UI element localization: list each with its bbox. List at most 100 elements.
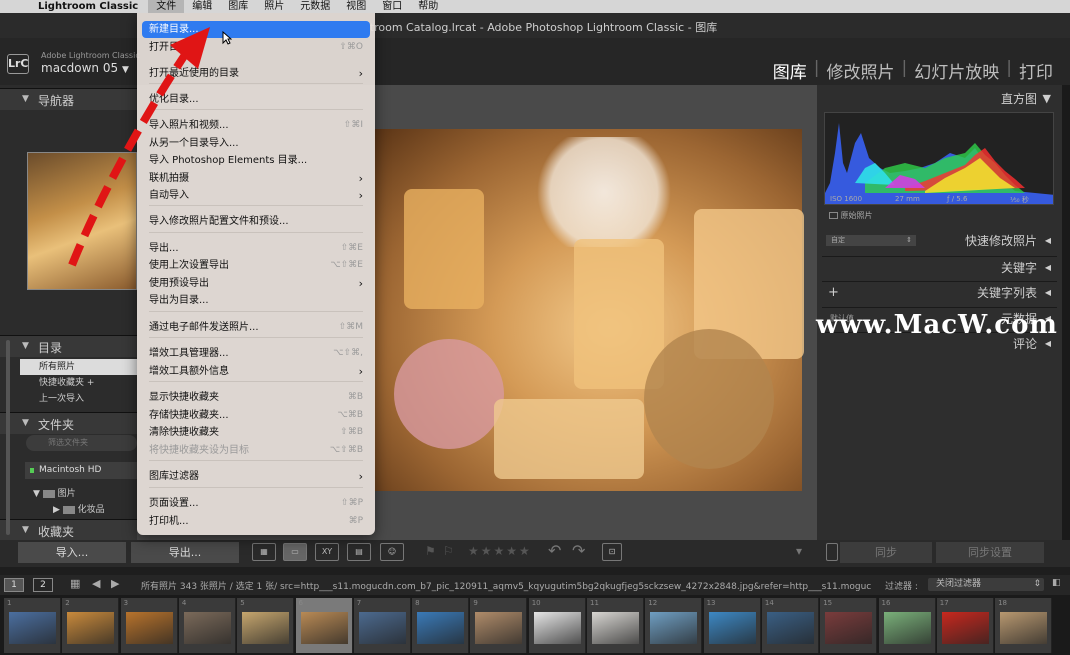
- survey-view-icon[interactable]: ▤: [347, 543, 371, 561]
- file-menu-item[interactable]: 使用上次设置导出 ⌥⇧⌘E: [142, 257, 370, 274]
- filmstrip-thumbnail[interactable]: 4: [178, 598, 236, 653]
- sync-toggle-icon[interactable]: [826, 543, 838, 561]
- filmstrip-thumbnail[interactable]: 16: [878, 598, 936, 653]
- flag-reject-icon[interactable]: ⚐: [443, 544, 454, 558]
- file-menu-item[interactable]: 导入修改照片配置文件和预设...: [142, 213, 370, 230]
- catalog-previous-import[interactable]: 上一次导入: [20, 391, 137, 407]
- module-print[interactable]: 打印: [1012, 58, 1060, 83]
- window-1-button[interactable]: 1: [4, 578, 24, 592]
- file-menu-item[interactable]: 显示快捷收藏夹 ⌘B: [142, 389, 370, 406]
- file-menu-item[interactable]: 增效工具管理器... ⌥⇧⌘,: [142, 345, 370, 362]
- menu-help[interactable]: 帮助: [410, 0, 446, 13]
- navigator-thumbnail[interactable]: [27, 152, 137, 290]
- filmstrip-thumbnail[interactable]: 3: [120, 598, 178, 653]
- flag-pick-icon[interactable]: ⚑: [425, 544, 436, 558]
- filmstrip-thumbnail[interactable]: 8: [412, 598, 470, 653]
- menu-view[interactable]: 视图: [338, 0, 374, 13]
- module-library[interactable]: 图库: [766, 58, 814, 83]
- filmstrip-thumbnail[interactable]: 15: [820, 598, 878, 653]
- back-arrow-icon[interactable]: ◀: [92, 577, 100, 590]
- file-menu-item[interactable]: 导出... ⇧⌘E: [142, 240, 370, 257]
- user-name[interactable]: macdown 05 ▼: [41, 61, 129, 75]
- file-menu-item[interactable]: 存储快捷收藏夹... ⌥⌘B: [142, 407, 370, 424]
- file-menu-item[interactable]: 打开目录... ⇧⌘O: [142, 39, 370, 56]
- menu-edit[interactable]: 编辑: [184, 0, 220, 13]
- folder-pictures[interactable]: ▼ 图片: [33, 486, 76, 499]
- rotate-right-icon[interactable]: ↷: [572, 541, 585, 560]
- file-menu-item[interactable]: 联机拍摄 ›: [142, 170, 370, 187]
- file-menu-item[interactable]: 打开最近使用的目录 ›: [142, 65, 370, 82]
- filmstrip-thumbnail[interactable]: 14: [761, 598, 819, 653]
- file-menu-item[interactable]: 从另一个目录导入...: [142, 135, 370, 152]
- filmstrip-thumbnail[interactable]: 6: [295, 598, 353, 653]
- menu-file[interactable]: 文件: [148, 0, 185, 13]
- volume-macintosh-hd[interactable]: Macintosh HD: [25, 462, 137, 479]
- file-menu-item[interactable]: 导入 Photoshop Elements 目录...: [142, 152, 370, 169]
- rating-stars[interactable]: ★★★★★: [468, 544, 532, 558]
- collections-header[interactable]: ▼ 收藏夹: [0, 519, 137, 540]
- export-button[interactable]: 导出...: [131, 542, 239, 563]
- navigator-header[interactable]: ▼ 导航器: [0, 88, 137, 110]
- file-menu-item[interactable]: 导出为目录...: [142, 292, 370, 309]
- filmstrip-thumbnail[interactable]: 2: [62, 598, 120, 653]
- catalog-quick-collection[interactable]: 快捷收藏夹 +: [20, 375, 137, 391]
- catalog-header[interactable]: ▼ 目录: [0, 335, 137, 357]
- window-2-button[interactable]: 2: [33, 578, 53, 592]
- file-menu-item[interactable]: 页面设置... ⇧⌘P: [142, 495, 370, 512]
- forward-arrow-icon[interactable]: ▶: [111, 577, 119, 590]
- keyword-list-header[interactable]: + 关键字列表 ◀: [822, 281, 1057, 303]
- module-slideshow[interactable]: 幻灯片放映: [907, 58, 1006, 83]
- folder-search-input[interactable]: 筛选文件夹: [26, 435, 137, 451]
- menu-photo[interactable]: 照片: [256, 0, 292, 13]
- folders-header[interactable]: ▼ 文件夹: [0, 412, 137, 434]
- filmstrip-thumbnail[interactable]: 9: [470, 598, 528, 653]
- file-menu-item[interactable]: 导入照片和视频... ⇧⌘I: [142, 117, 370, 134]
- keywording-header[interactable]: 关键字 ◀: [822, 256, 1057, 278]
- catalog-all-photos[interactable]: 所有照片: [20, 359, 137, 375]
- compare-view-icon[interactable]: XY: [315, 543, 339, 561]
- file-menu-item[interactable]: 图库过滤器 ›: [142, 468, 370, 485]
- filmstrip-thumbnail[interactable]: 11: [587, 598, 644, 653]
- filmstrip-thumbnail[interactable]: 1: [4, 598, 61, 653]
- add-keyword-icon[interactable]: +: [828, 282, 839, 304]
- original-photo-toggle[interactable]: 原始照片: [829, 210, 873, 221]
- filmstrip-thumbnail[interactable]: 10: [528, 598, 586, 653]
- file-menu-item[interactable]: 通过电子邮件发送照片... ⇧⌘M: [142, 319, 370, 336]
- grid-view-icon[interactable]: ▦: [252, 543, 276, 561]
- quick-develop-header[interactable]: 快速修改照片 ◀: [822, 230, 1057, 252]
- menu-library[interactable]: 图库: [220, 0, 256, 13]
- filmstrip-thumbnail[interactable]: 13: [703, 598, 761, 653]
- file-menu-item[interactable]: 新建目录...: [142, 21, 370, 38]
- user-dropdown-icon[interactable]: ▼: [122, 65, 129, 75]
- main-photo[interactable]: [374, 129, 804, 491]
- menu-window[interactable]: 窗口: [374, 0, 410, 13]
- file-menu-item[interactable]: 使用预设导出 ›: [142, 275, 370, 292]
- histogram-chart[interactable]: ISO 1600 27 mm ƒ / 5.6 ¹⁄₅₀ 秒: [824, 112, 1054, 205]
- filmstrip-thumbnail[interactable]: 5: [237, 598, 295, 653]
- menu-metadata[interactable]: 元数据: [292, 0, 338, 13]
- left-panel-scrollbar[interactable]: [6, 340, 10, 535]
- sync-button[interactable]: 同步: [840, 542, 932, 563]
- app-menu[interactable]: Lightroom Classic: [28, 1, 148, 12]
- filmstrip-thumbnail[interactable]: 17: [936, 598, 994, 653]
- filter-lock-icon[interactable]: ◧: [1052, 578, 1061, 588]
- file-menu-item[interactable]: 打印机... ⌘P: [142, 513, 370, 530]
- grid-icon[interactable]: ▦: [70, 577, 80, 590]
- import-button[interactable]: 导入...: [18, 542, 126, 563]
- filmstrip-thumbnail[interactable]: 12: [645, 598, 703, 653]
- toolbar-menu-icon[interactable]: ▾: [796, 544, 802, 558]
- file-menu-item[interactable]: 自动导入 ›: [142, 187, 370, 204]
- histogram-header[interactable]: 直方图 ▼: [822, 88, 1057, 110]
- loupe-view-icon[interactable]: ▭: [283, 543, 307, 561]
- file-menu-item[interactable]: 清除快捷收藏夹 ⇧⌘B: [142, 424, 370, 441]
- source-path[interactable]: 所有照片 343 张照片 / 选定 1 张/ src=http___s11.mo…: [141, 579, 871, 592]
- filmstrip-thumbnail[interactable]: 18: [995, 598, 1053, 653]
- filter-select[interactable]: 关闭过滤器 ⇕: [928, 578, 1044, 591]
- file-menu-item[interactable]: 增效工具额外信息 ›: [142, 363, 370, 380]
- rotate-left-icon[interactable]: ↶: [548, 541, 561, 560]
- crop-overlay-icon[interactable]: ⊡: [602, 543, 622, 561]
- file-menu-item[interactable]: 优化目录...: [142, 91, 370, 108]
- folder-cosmetics[interactable]: ▶ 化妆品: [53, 502, 105, 515]
- module-develop[interactable]: 修改照片: [820, 58, 902, 83]
- filmstrip-thumbnail[interactable]: 7: [353, 598, 411, 653]
